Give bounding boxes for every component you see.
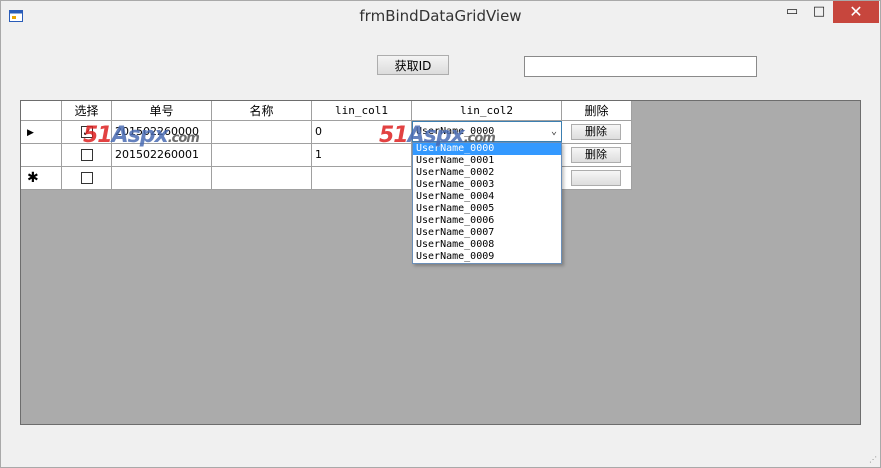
delete-cell <box>562 167 632 190</box>
resize-grip-icon[interactable]: ⋰ <box>869 455 877 464</box>
data-grid[interactable]: 选择 单号 名称 lin_col1 lin_col2 删除 ▶ ✓ 201502… <box>20 100 861 425</box>
order-no-cell[interactable]: 201502260001 <box>112 144 212 167</box>
header-name[interactable]: 名称 <box>212 101 312 121</box>
header-select[interactable]: 选择 <box>62 101 112 121</box>
dropdown-option[interactable]: UserName_0005 <box>413 203 561 215</box>
name-cell[interactable] <box>212 121 312 144</box>
dropdown-option[interactable]: UserName_0000 <box>413 143 561 155</box>
order-no-cell[interactable]: 201502260000 <box>112 121 212 144</box>
dropdown-option[interactable]: UserName_0008 <box>413 239 561 251</box>
header-delete[interactable]: 删除 <box>562 101 632 121</box>
dropdown-option[interactable]: UserName_0007 <box>413 227 561 239</box>
select-cell[interactable]: ✓ <box>62 121 112 144</box>
maximize-button[interactable]: □ <box>804 1 834 23</box>
order-no-cell[interactable] <box>112 167 212 190</box>
dropdown-option[interactable]: UserName_0002 <box>413 167 561 179</box>
get-id-button[interactable]: 获取ID <box>377 55 449 75</box>
name-cell[interactable] <box>212 167 312 190</box>
header-col2[interactable]: lin_col2 <box>412 101 562 121</box>
minimize-icon: ▭ <box>785 4 799 19</box>
id-textbox[interactable] <box>524 56 757 77</box>
row-checkbox[interactable]: ✓ <box>81 126 93 138</box>
header-col1[interactable]: lin_col1 <box>312 101 412 121</box>
select-cell[interactable] <box>62 167 112 190</box>
col1-cell[interactable]: 1 <box>312 144 412 167</box>
dropdown-option[interactable]: UserName_0001 <box>413 155 561 167</box>
select-cell[interactable] <box>62 144 112 167</box>
col2-combobox[interactable]: UserName_0000 ⌄ <box>412 121 562 142</box>
delete-button[interactable]: 删除 <box>571 147 621 163</box>
delete-button[interactable]: 删除 <box>571 124 621 140</box>
minimize-button[interactable]: ▭ <box>777 1 807 23</box>
close-button[interactable]: ✕ <box>833 1 879 23</box>
combobox-value: UserName_0000 <box>416 126 495 137</box>
dropdown-option[interactable]: UserName_0004 <box>413 191 561 203</box>
delete-button[interactable] <box>571 170 621 186</box>
dropdown-option[interactable]: UserName_0006 <box>413 215 561 227</box>
dropdown-option[interactable]: UserName_0003 <box>413 179 561 191</box>
chevron-down-icon[interactable]: ⌄ <box>551 122 557 141</box>
header-order-no[interactable]: 单号 <box>112 101 212 121</box>
col1-cell[interactable] <box>312 167 412 190</box>
row-checkbox[interactable] <box>81 149 93 161</box>
row-header[interactable]: ▶ <box>21 121 62 144</box>
new-row-icon: ✱ <box>27 170 39 186</box>
corner-header[interactable] <box>21 101 62 121</box>
row-checkbox[interactable] <box>81 172 93 184</box>
new-row-header[interactable]: ✱ <box>21 167 62 190</box>
combobox-dropdown[interactable]: UserName_0000 UserName_0001 UserName_0002 U… <box>412 142 562 264</box>
name-cell[interactable] <box>212 144 312 167</box>
current-row-icon: ▶ <box>27 128 34 138</box>
row-header[interactable] <box>21 144 62 167</box>
maximize-icon: □ <box>812 4 826 19</box>
delete-cell: 删除 <box>562 144 632 167</box>
title-bar[interactable]: frmBindDataGridView ▭ □ ✕ <box>1 1 880 31</box>
delete-cell: 删除 <box>562 121 632 144</box>
close-icon: ✕ <box>849 2 863 21</box>
col1-cell[interactable]: 0 <box>312 121 412 144</box>
dropdown-option[interactable]: UserName_0009 <box>413 251 561 263</box>
window-title: frmBindDataGridView <box>359 7 522 25</box>
